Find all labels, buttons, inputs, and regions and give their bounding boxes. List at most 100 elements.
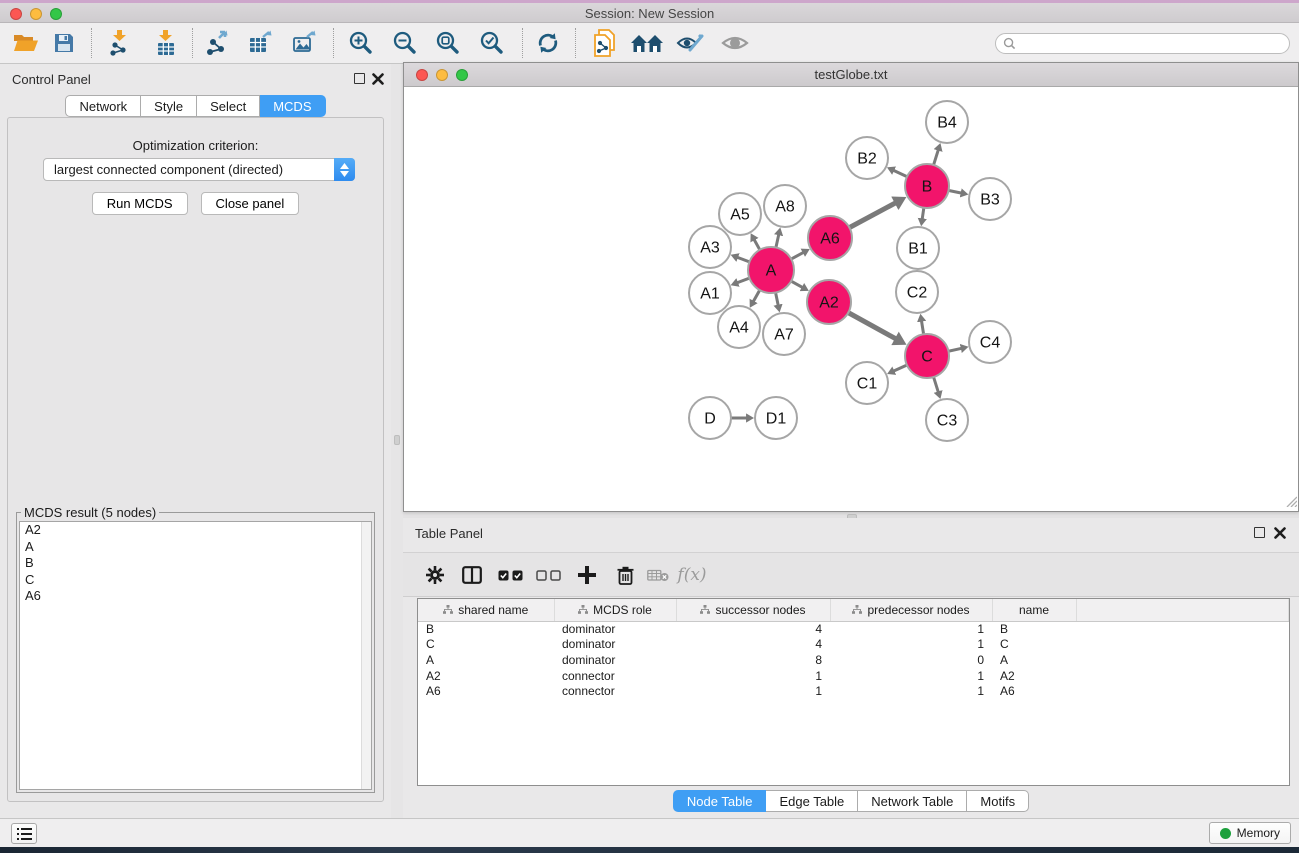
table-cell[interactable]: B	[992, 621, 1076, 637]
tab-select[interactable]: Select	[197, 95, 260, 117]
graph-node-A8[interactable]: A8	[764, 185, 806, 227]
select-all-icon[interactable]	[494, 559, 528, 591]
export-table-icon[interactable]	[242, 26, 280, 60]
graph-node-A2[interactable]: A2	[807, 280, 851, 324]
close-panel-button[interactable]: Close panel	[201, 192, 300, 215]
table-cell[interactable]: A6	[992, 683, 1076, 699]
list-item[interactable]: A	[20, 539, 371, 556]
tab-node-table[interactable]: Node Table	[673, 790, 767, 812]
export-image-icon[interactable]	[286, 26, 324, 60]
table-cell[interactable]: 4	[676, 621, 830, 637]
tab-network[interactable]: Network	[65, 95, 141, 117]
table-cell[interactable]: dominator	[554, 621, 676, 637]
column-visibility-icon[interactable]	[455, 559, 489, 591]
table-cell[interactable]: 8	[676, 652, 830, 668]
run-mcds-button[interactable]: Run MCDS	[92, 192, 188, 215]
vertical-splitter[interactable]	[391, 64, 403, 818]
table-cell[interactable]: A	[418, 652, 554, 668]
tab-edge-table[interactable]: Edge Table	[766, 790, 858, 812]
show-graphics-details-icon[interactable]	[671, 26, 709, 60]
delete-column-icon[interactable]	[608, 559, 642, 591]
graph-node-B1[interactable]: B1	[897, 227, 939, 269]
column-header-MCDS-role[interactable]: MCDS role	[554, 599, 676, 621]
splitter-handle[interactable]	[394, 435, 400, 445]
tab-motifs[interactable]: Motifs	[967, 790, 1029, 812]
search-input[interactable]	[1020, 36, 1289, 52]
network-canvas[interactable]: B4B2BB3A5A8A6A3AB1A1A2C2A4A7C4CC1C3DD1	[404, 87, 1298, 511]
graph-node-C3[interactable]: C3	[926, 399, 968, 441]
table-cell[interactable]: 1	[830, 668, 992, 684]
export-network-icon[interactable]	[199, 26, 237, 60]
graph-node-A7[interactable]: A7	[763, 313, 805, 355]
table-cell[interactable]: A6	[418, 683, 554, 699]
column-header-shared-name[interactable]: shared name	[418, 599, 554, 621]
zoom-out-icon[interactable]	[386, 26, 424, 60]
table-cell[interactable]: 1	[676, 668, 830, 684]
table-cell[interactable]: 0	[830, 652, 992, 668]
graph-node-B[interactable]: B	[905, 164, 949, 208]
table-cell[interactable]: dominator	[554, 637, 676, 653]
table-cell[interactable]: B	[418, 621, 554, 637]
table-row[interactable]: A2connector11A2	[418, 668, 1289, 684]
graph-node-C[interactable]: C	[905, 334, 949, 378]
graph-node-A4[interactable]: A4	[718, 306, 760, 348]
window-resize-handle[interactable]	[1284, 494, 1297, 510]
function-builder-icon[interactable]: f(x)	[675, 559, 709, 591]
table-cell[interactable]: C	[418, 637, 554, 653]
scrollbar-track[interactable]	[361, 522, 371, 789]
task-history-button[interactable]	[11, 823, 37, 844]
column-header-successor-nodes[interactable]: successor nodes	[676, 599, 830, 621]
graph-node-C4[interactable]: C4	[969, 321, 1011, 363]
graph-node-C2[interactable]: C2	[896, 271, 938, 313]
graph-node-B4[interactable]: B4	[926, 101, 968, 143]
save-session-icon[interactable]	[45, 26, 83, 60]
network-graph[interactable]: B4B2BB3A5A8A6A3AB1A1A2C2A4A7C4CC1C3DD1	[404, 87, 1298, 511]
graph-node-B2[interactable]: B2	[846, 137, 888, 179]
list-item[interactable]: C	[20, 572, 371, 589]
birds-eye-view-icon[interactable]	[716, 26, 754, 60]
graph-node-A[interactable]: A	[748, 247, 794, 293]
float-panel-icon[interactable]	[354, 73, 365, 84]
list-item[interactable]: A2	[20, 522, 371, 539]
close-panel-icon[interactable]	[1274, 527, 1286, 539]
table-settings-gear-icon[interactable]	[418, 559, 452, 591]
table-row[interactable]: A6connector11A6	[418, 683, 1289, 699]
table-cell[interactable]: 1	[830, 683, 992, 699]
deselect-all-icon[interactable]	[532, 559, 566, 591]
close-panel-icon[interactable]	[372, 73, 384, 85]
table-row[interactable]: Cdominator41C	[418, 637, 1289, 653]
graph-node-A1[interactable]: A1	[689, 272, 731, 314]
column-header-predecessor-nodes[interactable]: predecessor nodes	[830, 599, 992, 621]
tab-style[interactable]: Style	[141, 95, 197, 117]
graph-node-A5[interactable]: A5	[719, 193, 761, 235]
table-cell[interactable]: A2	[992, 668, 1076, 684]
list-item[interactable]: A6	[20, 588, 371, 605]
network-window-titlebar[interactable]: testGlobe.txt	[404, 63, 1298, 87]
memory-button[interactable]: Memory	[1209, 822, 1291, 844]
table-cell[interactable]: C	[992, 637, 1076, 653]
graph-node-A6[interactable]: A6	[808, 216, 852, 260]
zoom-in-icon[interactable]	[342, 26, 380, 60]
add-column-icon[interactable]	[570, 559, 604, 591]
column-header-name[interactable]: name	[992, 599, 1076, 621]
graph-node-D[interactable]: D	[689, 397, 731, 439]
table-cell[interactable]: 4	[676, 637, 830, 653]
import-table-icon[interactable]	[147, 26, 185, 60]
table-row[interactable]: Adominator80A	[418, 652, 1289, 668]
table-cell[interactable]: 1	[830, 637, 992, 653]
graph-node-B3[interactable]: B3	[969, 178, 1011, 220]
tab-network-table[interactable]: Network Table	[858, 790, 967, 812]
graph-node-C1[interactable]: C1	[846, 362, 888, 404]
table-cell[interactable]: dominator	[554, 652, 676, 668]
tab-mcds[interactable]: MCDS	[260, 95, 325, 117]
float-panel-icon[interactable]	[1254, 527, 1265, 538]
refresh-view-icon[interactable]	[529, 26, 567, 60]
delete-table-icon[interactable]	[641, 559, 675, 591]
zoom-selected-icon[interactable]	[473, 26, 511, 60]
list-item[interactable]: B	[20, 555, 371, 572]
new-network-from-selection-icon[interactable]	[586, 26, 624, 60]
zoom-fit-icon[interactable]	[429, 26, 467, 60]
graph-node-D1[interactable]: D1	[755, 397, 797, 439]
table-cell[interactable]: 1	[676, 683, 830, 699]
import-network-icon[interactable]	[101, 26, 139, 60]
